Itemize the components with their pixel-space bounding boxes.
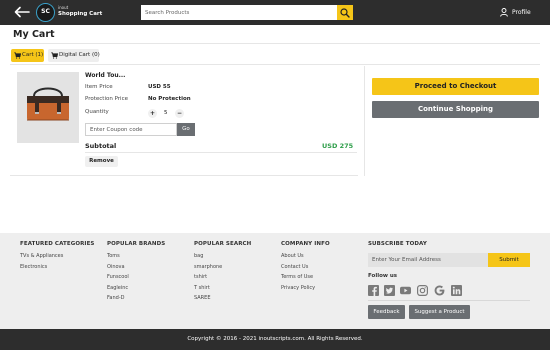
- footer-link[interactable]: Terms of Use: [281, 274, 330, 281]
- protection-price-label: Protection Price: [85, 96, 128, 102]
- divider: [85, 152, 357, 153]
- footer-link[interactable]: Oinova: [107, 264, 165, 271]
- back-arrow-icon[interactable]: [14, 6, 30, 18]
- footer-column-categories: FEATURED CATEGORIES TVs & Appliances Ele…: [20, 241, 95, 270]
- suggest-product-button[interactable]: Suggest a Product: [409, 305, 470, 319]
- facebook-icon[interactable]: [368, 285, 379, 296]
- product-name[interactable]: World Tou...: [85, 72, 125, 79]
- item-price-value: USD 55: [148, 84, 171, 90]
- google-icon[interactable]: [434, 285, 445, 296]
- footer-heading: FEATURED CATEGORIES: [20, 241, 95, 247]
- cart-icon: [14, 52, 21, 59]
- proceed-to-checkout-button[interactable]: Proceed to Checkout: [372, 78, 539, 95]
- tab-digital-cart[interactable]: Digital Cart (0): [48, 49, 100, 62]
- youtube-icon[interactable]: [400, 285, 411, 296]
- search-input[interactable]: [141, 5, 337, 20]
- footer-link[interactable]: Electronics: [20, 264, 95, 271]
- copyright-bar: Copyright © 2016 - 2021 inoutscripts.com…: [0, 329, 550, 350]
- footer-heading: COMPANY INFO: [281, 241, 330, 247]
- search-button[interactable]: [337, 5, 353, 20]
- divider: [10, 64, 540, 65]
- footer-link[interactable]: tshirt: [194, 274, 251, 281]
- footer-link[interactable]: Toms: [107, 253, 165, 260]
- divider: [10, 43, 540, 44]
- divider: [10, 175, 358, 176]
- footer-link[interactable]: T shirt: [194, 285, 251, 292]
- linkedin-icon[interactable]: [451, 285, 462, 296]
- footer-link[interactable]: smarphone: [194, 264, 251, 271]
- search-icon: [340, 7, 350, 18]
- feedback-button[interactable]: Feedback: [368, 305, 405, 319]
- remove-button[interactable]: Remove: [85, 156, 118, 167]
- product-image[interactable]: [17, 72, 79, 143]
- user-icon: [500, 8, 508, 17]
- page-title: My Cart: [13, 29, 55, 40]
- quantity-increase-button[interactable]: +: [148, 109, 157, 118]
- logo-small-text: inout: [58, 5, 69, 10]
- logo-badge: SC: [36, 3, 55, 22]
- footer-heading: POPULAR BRANDS: [107, 241, 166, 247]
- footer-heading: SUBSCRIBE TODAY: [368, 241, 427, 247]
- footer-link[interactable]: Eagleinc: [107, 285, 165, 292]
- quantity-decrease-button[interactable]: −: [175, 109, 184, 118]
- footer-column-search: POPULAR SEARCH bag smarphone tshirt T sh…: [194, 241, 251, 302]
- footer-link[interactable]: About Us: [281, 253, 330, 260]
- apply-coupon-button[interactable]: Go: [177, 123, 195, 136]
- continue-shopping-button[interactable]: Continue Shopping: [372, 101, 539, 118]
- subscribe-submit-button[interactable]: Submit: [488, 253, 530, 267]
- footer-column-company: COMPANY INFO About Us Contact Us Terms o…: [281, 241, 330, 291]
- tab-digital-cart-label: Digital Cart (0): [59, 52, 100, 58]
- divider: [368, 300, 530, 301]
- footer-column-subscribe: SUBSCRIBE TODAY: [368, 241, 427, 247]
- site-logo[interactable]: SC inout Shopping Cart: [36, 3, 103, 22]
- copyright-text: Copyright © 2016 - 2021 inoutscripts.com…: [187, 336, 363, 342]
- twitter-icon[interactable]: [384, 285, 395, 296]
- tab-cart-label: Cart (1): [22, 52, 44, 58]
- top-navbar: SC inout Shopping Cart Profile: [0, 0, 550, 25]
- footer-link[interactable]: Funscool: [107, 274, 165, 281]
- quantity-value: 5: [164, 110, 168, 116]
- footer-column-brands: POPULAR BRANDS Toms Oinova Funscool Eagl…: [107, 241, 165, 302]
- follow-us-heading: Follow us: [368, 273, 398, 279]
- subtotal-label: Subtotal: [85, 142, 117, 150]
- tab-cart[interactable]: Cart (1): [11, 49, 44, 62]
- instagram-icon[interactable]: [417, 285, 428, 296]
- footer-link[interactable]: SAREE: [194, 295, 251, 302]
- quantity-label: Quantity: [85, 109, 109, 115]
- protection-price-value: No Protection: [148, 96, 191, 102]
- coupon-input[interactable]: [85, 123, 177, 136]
- footer-link[interactable]: TVs & Appliances: [20, 253, 95, 260]
- cart-icon: [51, 52, 58, 59]
- footer-link[interactable]: bag: [194, 253, 251, 260]
- footer-heading: POPULAR SEARCH: [194, 241, 252, 247]
- footer-link[interactable]: Privacy Policy: [281, 285, 330, 292]
- profile-label: Profile: [512, 9, 531, 16]
- footer-link[interactable]: Contact Us: [281, 264, 330, 271]
- subtotal-value: USD 275: [322, 142, 354, 150]
- bag-image: [17, 72, 79, 143]
- subscribe-email-input[interactable]: [368, 253, 488, 267]
- logo-text: Shopping Cart: [58, 11, 103, 17]
- footer-link[interactable]: Fand-D: [107, 295, 165, 302]
- item-price-label: Item Price: [85, 84, 113, 90]
- divider: [364, 66, 365, 176]
